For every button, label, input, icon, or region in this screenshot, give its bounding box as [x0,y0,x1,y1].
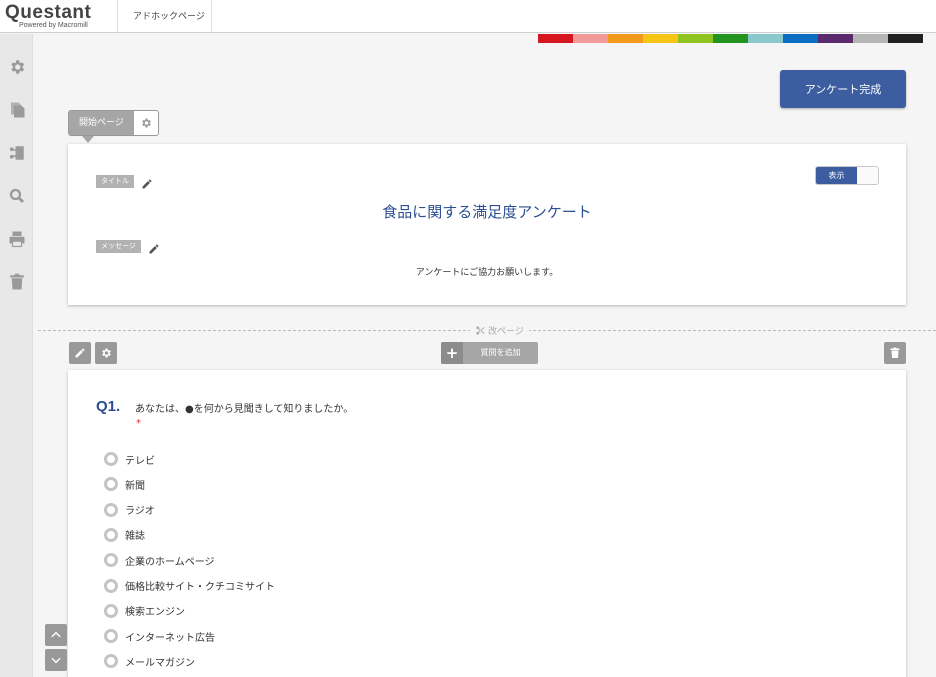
edit-title-pencil-icon[interactable] [141,175,153,189]
radio-button[interactable] [104,553,118,568]
edit-question-button[interactable] [69,342,91,364]
branch-logic-icon[interactable] [7,143,26,162]
header-divider [211,0,212,33]
answer-option[interactable]: 雑誌 [104,527,145,543]
chevron-down-icon [51,657,61,664]
logo[interactable]: Questant Powered by Macromill [5,2,115,32]
answer-option[interactable]: 価格比較サイト・クチコミサイト [104,578,275,594]
color-swatch[interactable] [643,34,678,43]
left-sidebar [0,34,33,677]
app-header: Questant Powered by Macromill アドホックページ [0,0,936,33]
radio-button[interactable] [104,654,118,669]
color-swatch[interactable] [573,34,608,43]
delete-question-button[interactable] [884,342,906,364]
question-text: あなたは、●を何から見聞きして知りましたか。 [135,404,354,415]
scroll-down-button[interactable] [45,649,67,671]
option-label: 検索エンジン [125,607,185,619]
gear-icon [102,348,111,358]
answer-option[interactable]: ラジオ [104,502,155,518]
option-label: メールマガジン [125,657,195,669]
edit-message-pencil-icon[interactable] [148,240,160,254]
color-swatch[interactable] [608,34,643,43]
scroll-up-button[interactable] [45,624,67,646]
tab-pointer [82,136,94,143]
answer-option[interactable]: 検索エンジン [104,603,185,619]
settings-gear-icon[interactable] [7,57,26,76]
radio-button[interactable] [104,477,118,492]
add-question-button[interactable]: + 質問を追加 [441,342,538,364]
header-divider [117,0,118,33]
radio-button[interactable] [104,629,118,644]
toggle-knob [857,167,878,184]
answer-option[interactable]: テレビ [104,451,155,467]
question-number: Q1. [96,398,121,415]
color-swatch[interactable] [853,34,888,43]
scissors-icon [476,326,485,335]
start-page-tab-label: 開始ページ [69,111,134,135]
display-toggle[interactable]: 表示 [815,166,879,185]
option-label: 雑誌 [125,531,145,543]
survey-message: アンケートにご協力お願いします。 [415,268,559,278]
radio-button[interactable] [104,527,118,542]
search-icon[interactable] [7,186,26,205]
option-label: 新聞 [125,480,145,492]
color-swatch[interactable] [888,34,923,43]
breadcrumb[interactable]: アドホックページ [133,9,205,22]
radio-button[interactable] [104,603,118,618]
option-label: インターネット広告 [125,632,215,644]
trash-icon [890,347,900,358]
question-card: Q1. あなたは、●を何から見聞きして知りましたか。 * テレビ新聞ラジオ雑誌企… [68,370,906,677]
page-break-label: 改ページ [488,327,524,337]
color-swatch[interactable] [678,34,713,43]
option-label: ラジオ [125,506,155,518]
answer-option[interactable]: インターネット広告 [104,628,215,644]
color-swatch[interactable] [538,34,573,43]
print-icon[interactable] [7,229,26,248]
pencil-icon [75,348,85,358]
color-swatch[interactable] [818,34,853,43]
chevron-up-icon [51,631,61,638]
answer-option[interactable]: メールマガジン [104,653,195,669]
question-settings-button[interactable] [95,342,117,364]
complete-survey-button[interactable]: アンケート完成 [780,70,906,108]
option-label: 企業のホームページ [125,556,215,568]
option-label: 価格比較サイト・クチコミサイト [125,582,275,593]
start-page-tab[interactable]: 開始ページ [68,110,159,136]
page-settings-gear-icon[interactable] [134,111,158,135]
trash-icon[interactable] [7,272,26,291]
title-tag: タイトル [96,175,134,188]
radio-button[interactable] [104,502,118,517]
answer-option[interactable]: 企業のホームページ [104,552,215,568]
required-mark: * [136,418,141,429]
copy-icon[interactable] [7,100,26,119]
message-tag: メッセージ [96,240,141,253]
page-break[interactable]: 改ページ [470,324,529,337]
color-swatch[interactable] [713,34,748,43]
radio-button[interactable] [104,578,118,593]
survey-title: 食品に関する満足度アンケート [382,203,592,221]
color-palette [538,34,923,43]
answer-option[interactable]: 新聞 [104,476,145,492]
option-label: テレビ [125,455,155,467]
color-swatch[interactable] [783,34,818,43]
logo-subtitle: Powered by Macromill [19,22,88,29]
color-swatch[interactable] [748,34,783,43]
plus-icon: + [441,342,463,364]
add-question-label: 質問を追加 [480,348,521,357]
display-toggle-label: 表示 [816,167,857,184]
radio-button[interactable] [104,452,118,466]
start-page-card: タイトル 食品に関する満足度アンケート メッセージ アンケートにご協力お願いしま… [68,144,906,305]
logo-text: Questant [5,2,92,23]
